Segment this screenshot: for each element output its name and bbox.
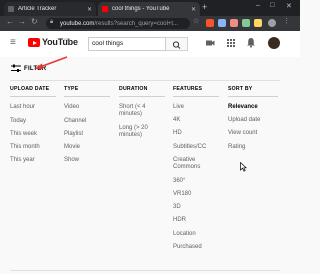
mouse-cursor-icon bbox=[240, 162, 247, 172]
sort-option-view-count[interactable]: View count bbox=[228, 130, 257, 137]
sort-option-upload-date[interactable]: Upload date bbox=[228, 117, 260, 124]
filter-option-channel[interactable]: Channel bbox=[64, 118, 86, 125]
close-window-icon[interactable]: ✕ bbox=[286, 2, 292, 10]
annotation-arrow-icon bbox=[34, 56, 68, 69]
create-video-icon[interactable] bbox=[205, 38, 215, 48]
column-divider bbox=[173, 96, 219, 97]
filter-option-live[interactable]: Live bbox=[173, 104, 184, 111]
filter-option-creative-commons[interactable]: Creative Commons bbox=[173, 157, 213, 171]
lock-icon[interactable]: 🔒︎ bbox=[50, 19, 53, 26]
extension-icon[interactable] bbox=[242, 19, 250, 27]
youtube-favicon-icon bbox=[102, 6, 108, 12]
brave-extension-icon[interactable] bbox=[206, 19, 214, 27]
search-input[interactable]: cool things bbox=[88, 37, 166, 51]
url-host: youtube.com bbox=[60, 20, 95, 27]
minimize-icon[interactable]: – bbox=[256, 2, 260, 9]
sort-option-relevance[interactable]: Relevance bbox=[228, 104, 258, 111]
filter-option-this-week[interactable]: This week bbox=[10, 131, 37, 138]
upload-date-heading: UPLOAD DATE bbox=[10, 86, 50, 92]
maximize-icon[interactable]: □ bbox=[270, 2, 274, 9]
close-icon[interactable]: ✕ bbox=[191, 6, 196, 13]
column-divider bbox=[119, 96, 165, 97]
column-divider bbox=[228, 96, 278, 97]
filter-option-long[interactable]: Long (> 20 minutes) bbox=[119, 125, 165, 139]
filter-option-show[interactable]: Show bbox=[64, 157, 79, 164]
forward-icon[interactable]: → bbox=[18, 17, 26, 26]
search-button[interactable] bbox=[166, 37, 188, 51]
menu-icon[interactable]: ⋮ bbox=[283, 17, 290, 25]
filter-option-this-month[interactable]: This month bbox=[10, 144, 40, 151]
filter-option-hdr[interactable]: HDR bbox=[173, 217, 186, 224]
notifications-bell-icon[interactable] bbox=[246, 37, 256, 48]
filter-option-360[interactable]: 360° bbox=[173, 178, 185, 185]
tab-youtube[interactable]: cool things - YouTube ✕ bbox=[98, 2, 200, 16]
sort-option-rating[interactable]: Rating bbox=[228, 144, 245, 151]
tab-label: Article Tracker bbox=[18, 6, 57, 12]
back-icon[interactable]: ← bbox=[6, 17, 14, 26]
type-heading: TYPE bbox=[64, 86, 79, 92]
filter-option-short[interactable]: Short (< 4 minutes) bbox=[119, 104, 165, 118]
apps-grid-icon[interactable] bbox=[226, 38, 236, 48]
features-heading: FEATURES bbox=[173, 86, 203, 92]
tab-article-tracker[interactable]: Article Tracker ✕ bbox=[4, 2, 96, 16]
extension-icon[interactable] bbox=[230, 19, 238, 27]
star-icon[interactable]: ☆ bbox=[193, 17, 199, 25]
filter-option-3d[interactable]: 3D bbox=[173, 204, 181, 211]
hamburger-menu-icon[interactable]: ≡ bbox=[10, 37, 16, 48]
close-icon[interactable]: ✕ bbox=[87, 6, 92, 13]
new-tab-icon[interactable]: + bbox=[202, 2, 207, 12]
youtube-logo-text[interactable]: YouTube bbox=[42, 37, 78, 47]
country-code: GB bbox=[64, 37, 70, 42]
youtube-logo-icon[interactable] bbox=[28, 38, 40, 47]
filter-option-hd[interactable]: HD bbox=[173, 130, 182, 137]
filter-option-subtitles[interactable]: Subtitles/CC bbox=[173, 144, 206, 151]
filter-option-vr180[interactable]: VR180 bbox=[173, 191, 191, 198]
filter-option-4k[interactable]: 4K bbox=[173, 117, 180, 124]
search-icon bbox=[172, 41, 181, 49]
filter-option-playlist[interactable]: Playlist bbox=[64, 131, 83, 138]
address-input[interactable]: youtube.com/results?search_query=cool+t.… bbox=[46, 18, 190, 29]
duration-heading: DURATION bbox=[119, 86, 148, 92]
filter-option-last-hour[interactable]: Last hour bbox=[10, 104, 35, 111]
article-tracker-favicon-icon bbox=[8, 6, 14, 12]
filter-option-today[interactable]: Today bbox=[10, 118, 26, 125]
column-divider bbox=[10, 96, 56, 97]
filter-option-movie[interactable]: Movie bbox=[64, 144, 80, 151]
filter-option-location[interactable]: Location bbox=[173, 231, 196, 238]
sort-by-heading: SORT BY bbox=[228, 86, 253, 92]
extension-icon[interactable] bbox=[218, 19, 226, 27]
extension-icon[interactable] bbox=[254, 19, 262, 27]
filter-option-video[interactable]: Video bbox=[64, 104, 79, 111]
filter-sliders-icon[interactable] bbox=[11, 64, 21, 73]
filter-option-purchased[interactable]: Purchased bbox=[173, 244, 202, 251]
tab-label: cool things - YouTube bbox=[112, 6, 170, 12]
column-divider bbox=[64, 96, 110, 97]
reload-icon[interactable]: ↻ bbox=[31, 17, 38, 26]
results-divider bbox=[10, 270, 280, 271]
url-path: /results?search_query=cool+t... bbox=[94, 20, 179, 27]
avatar[interactable] bbox=[268, 37, 280, 49]
filter-divider bbox=[10, 80, 280, 81]
profile-icon[interactable] bbox=[268, 19, 276, 27]
filter-option-this-year[interactable]: This year bbox=[10, 157, 35, 164]
